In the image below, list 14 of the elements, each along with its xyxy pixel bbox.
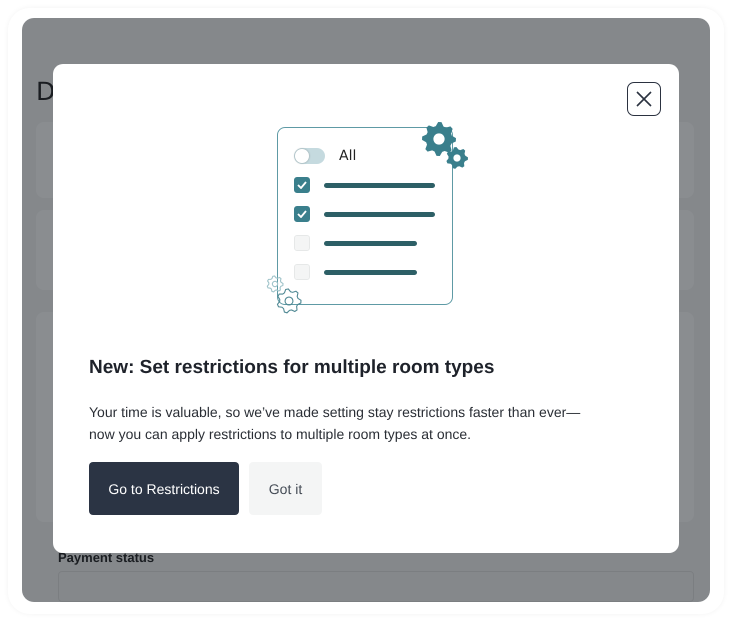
toggle-label: All <box>339 148 356 164</box>
page-heading: D <box>36 76 56 108</box>
dismiss-button[interactable]: Got it <box>249 462 322 515</box>
close-icon <box>635 90 653 108</box>
dialog-message: Your time is valuable, so we’ve made setting stay restrictions faster than ever—now you can apply restrictions to multiple room types at once. <box>89 403 582 444</box>
gear-icon <box>275 287 303 315</box>
close-button[interactable] <box>627 82 661 116</box>
check-icon <box>297 210 307 218</box>
select-field[interactable] <box>58 571 694 602</box>
primary-button[interactable]: Go to Restrictions <box>89 462 239 515</box>
field-label: Payment status <box>58 550 156 566</box>
check-icon <box>297 181 307 189</box>
gear-icon <box>265 274 285 294</box>
dialog-title: New: Set restrictions for multiple room types <box>89 357 494 379</box>
